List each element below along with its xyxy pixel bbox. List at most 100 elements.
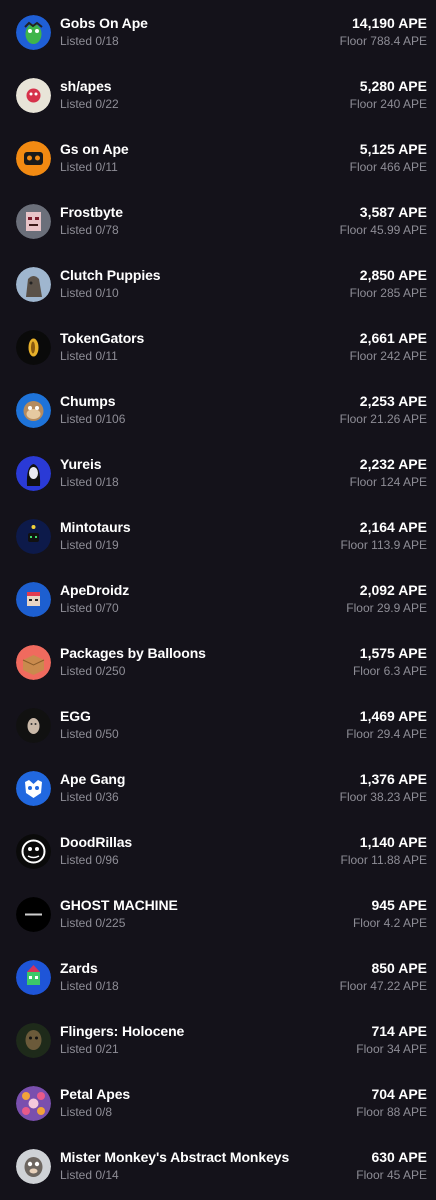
collection-volume: 3,587 APE <box>359 204 427 220</box>
collection-floor-price: Floor 29.4 APE <box>346 727 427 741</box>
collection-name: ApeDroidz <box>60 582 130 598</box>
collection-name: Frostbyte <box>60 204 123 220</box>
collection-name: GHOST MACHINE <box>60 897 178 913</box>
collection-volume: 5,125 APE <box>359 141 427 157</box>
collection-volume: 714 APE <box>371 1023 427 1039</box>
collection-volume: 704 APE <box>371 1086 427 1102</box>
collection-row[interactable]: Zards Listed 0/18 850 APE Floor 47.22 AP… <box>0 945 436 1008</box>
flingers-holocene-avatar-icon <box>16 1023 51 1058</box>
collection-name: Yureis <box>60 456 102 472</box>
collection-volume: 14,190 APE <box>352 15 427 31</box>
gs-on-ape-avatar-icon <box>16 141 51 176</box>
collection-listed-count: Listed 0/70 <box>60 601 119 615</box>
collection-name: Ape Gang <box>60 771 126 787</box>
collection-row[interactable]: Frostbyte Listed 0/78 3,587 APE Floor 45… <box>0 189 436 252</box>
collection-row[interactable]: Gobs On Ape Listed 0/18 14,190 APE Floor… <box>0 0 436 63</box>
collection-floor-price: Floor 45 APE <box>356 1168 427 1182</box>
collection-listed-count: Listed 0/11 <box>60 160 118 174</box>
clutch-puppies-avatar-icon <box>16 267 51 302</box>
collection-listed-count: Listed 0/22 <box>60 97 119 111</box>
collection-name: Chumps <box>60 393 116 409</box>
collection-row[interactable]: Chumps Listed 0/106 2,253 APE Floor 21.2… <box>0 378 436 441</box>
collection-volume: 2,253 APE <box>359 393 427 409</box>
collection-row[interactable]: Clutch Puppies Listed 0/10 2,850 APE Flo… <box>0 252 436 315</box>
petal-apes-avatar-icon <box>16 1086 51 1121</box>
collection-listed-count: Listed 0/18 <box>60 34 119 48</box>
collection-name: TokenGators <box>60 330 145 346</box>
collection-listed-count: Listed 0/250 <box>60 664 126 678</box>
collection-volume: 2,164 APE <box>359 519 427 535</box>
collection-row[interactable]: Petal Apes Listed 0/8 704 APE Floor 88 A… <box>0 1071 436 1134</box>
collection-row[interactable]: Ape Gang Listed 0/36 1,376 APE Floor 38.… <box>0 756 436 819</box>
ape-gang-avatar-icon <box>16 771 51 806</box>
collection-listed-count: Listed 0/18 <box>60 979 119 993</box>
ghost-machine-avatar-icon <box>16 897 51 932</box>
collection-volume: 1,140 APE <box>359 834 427 850</box>
collection-volume: 5,280 APE <box>359 78 427 94</box>
collection-listed-count: Listed 0/8 <box>60 1105 113 1119</box>
collection-volume: 2,232 APE <box>359 456 427 472</box>
collection-row[interactable]: ApeDroidz Listed 0/70 2,092 APE Floor 29… <box>0 567 436 630</box>
mister-monkeys-abstract-monkeys-avatar-icon <box>16 1149 51 1184</box>
collection-floor-price: Floor 6.3 APE <box>352 664 427 678</box>
zards-avatar-icon <box>16 960 51 995</box>
collection-listed-count: Listed 0/106 <box>60 412 126 426</box>
collection-name: EGG <box>60 708 91 724</box>
collection-listed-count: Listed 0/36 <box>60 790 119 804</box>
collection-floor-price: Floor 466 APE <box>349 160 427 174</box>
collection-row[interactable]: EGG Listed 0/50 1,469 APE Floor 29.4 APE <box>0 693 436 756</box>
collection-listed-count: Listed 0/10 <box>60 286 119 300</box>
collection-name: Gobs On Ape <box>60 15 148 31</box>
collection-volume: 2,092 APE <box>359 582 427 598</box>
collection-floor-price: Floor 113.9 APE <box>340 538 428 552</box>
collection-listed-count: Listed 0/14 <box>60 1168 119 1182</box>
collection-listed-count: Listed 0/50 <box>60 727 119 741</box>
collection-listed-count: Listed 0/18 <box>60 475 119 489</box>
collection-listed-count: Listed 0/225 <box>60 916 126 930</box>
collection-floor-price: Floor 88 APE <box>356 1105 427 1119</box>
collection-row[interactable]: DoodRillas Listed 0/96 1,140 APE Floor 1… <box>0 819 436 882</box>
collection-floor-price: Floor 4.2 APE <box>352 916 427 930</box>
sh-apes-avatar-icon <box>16 78 51 113</box>
mintotaurs-avatar-icon <box>16 519 51 554</box>
collection-floor-price: Floor 47.22 APE <box>339 979 427 993</box>
collection-floor-price: Floor 285 APE <box>349 286 427 300</box>
collection-row[interactable]: GHOST MACHINE Listed 0/225 945 APE Floor… <box>0 882 436 945</box>
collection-floor-price: Floor 124 APE <box>349 475 427 489</box>
collection-floor-price: Floor 11.88 APE <box>340 853 428 867</box>
collection-row[interactable]: Mister Monkey's Abstract Monkeys Listed … <box>0 1134 436 1197</box>
collection-row[interactable]: Packages by Balloons Listed 0/250 1,575 … <box>0 630 436 693</box>
collection-name: Mintotaurs <box>60 519 131 535</box>
yureis-avatar-icon <box>16 456 51 491</box>
frostbyte-avatar-icon <box>16 204 51 239</box>
collection-listed-count: Listed 0/11 <box>60 349 118 363</box>
collection-floor-price: Floor 45.99 APE <box>339 223 427 237</box>
gobs-on-ape-avatar-icon <box>16 15 51 50</box>
collection-floor-price: Floor 21.26 APE <box>339 412 427 426</box>
collection-floor-price: Floor 242 APE <box>349 349 427 363</box>
collection-floor-price: Floor 29.9 APE <box>346 601 427 615</box>
collection-name: Petal Apes <box>60 1086 131 1102</box>
collection-row[interactable]: Yureis Listed 0/18 2,232 APE Floor 124 A… <box>0 441 436 504</box>
collection-row[interactable]: Gs on Ape Listed 0/11 5,125 APE Floor 46… <box>0 126 436 189</box>
collection-row[interactable]: sh/apes Listed 0/22 5,280 APE Floor 240 … <box>0 63 436 126</box>
collection-listed-count: Listed 0/78 <box>60 223 119 237</box>
collection-name: Packages by Balloons <box>60 645 206 661</box>
collection-listed-count: Listed 0/19 <box>60 538 119 552</box>
collection-name: Gs on Ape <box>60 141 129 157</box>
collection-volume: 850 APE <box>371 960 427 976</box>
doodrillas-avatar-icon <box>16 834 51 869</box>
collection-volume: 630 APE <box>371 1149 427 1165</box>
collection-listed-count: Listed 0/21 <box>60 1042 119 1056</box>
collection-name: Clutch Puppies <box>60 267 161 283</box>
collection-volume: 1,469 APE <box>359 708 427 724</box>
collection-row[interactable]: Mintotaurs Listed 0/19 2,164 APE Floor 1… <box>0 504 436 567</box>
packages-by-balloons-avatar-icon <box>16 645 51 680</box>
collection-volume: 1,376 APE <box>359 771 427 787</box>
collection-row[interactable]: Flingers: Holocene Listed 0/21 714 APE F… <box>0 1008 436 1071</box>
collection-name: Flingers: Holocene <box>60 1023 185 1039</box>
collection-floor-price: Floor 34 APE <box>356 1042 427 1056</box>
collection-row[interactable]: TokenGators Listed 0/11 2,661 APE Floor … <box>0 315 436 378</box>
egg-avatar-icon <box>16 708 51 743</box>
collection-name: Zards <box>60 960 98 976</box>
